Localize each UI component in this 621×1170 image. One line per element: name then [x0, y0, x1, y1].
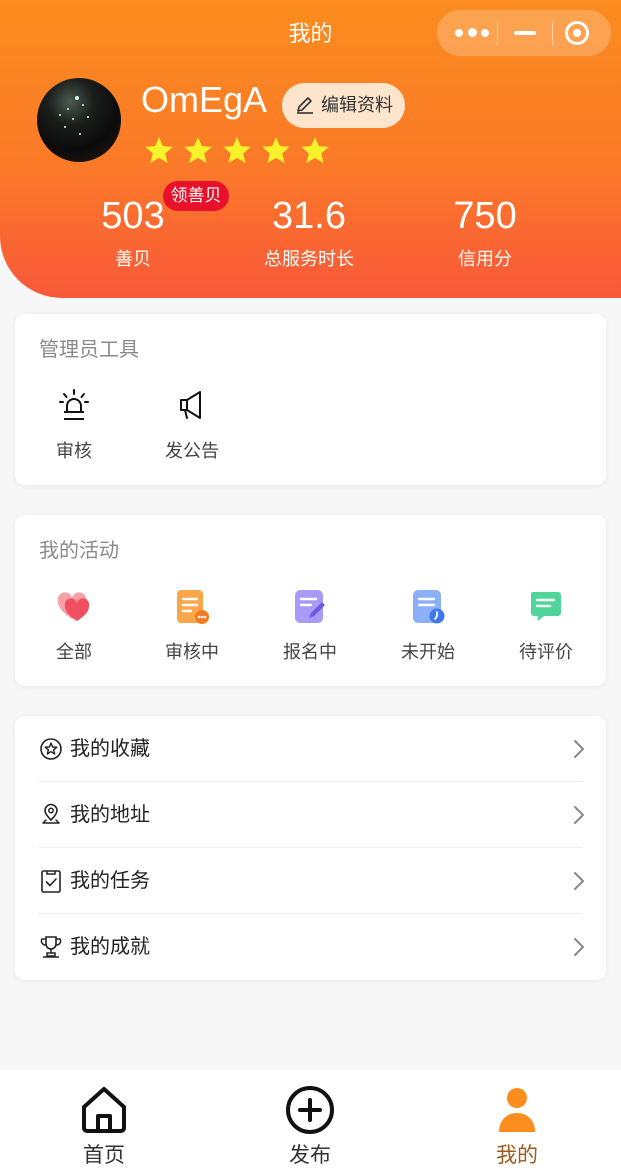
activity-label: 报名中	[283, 642, 337, 662]
menu-item-label: 我的成就	[70, 936, 150, 958]
home-icon	[82, 1087, 126, 1133]
activity-label: 待评价	[519, 642, 573, 662]
tab-mine[interactable]: 我的	[457, 1070, 577, 1170]
activity-label: 审核中	[165, 642, 219, 662]
chat-bubble-icon	[530, 592, 561, 621]
clipboard-check-icon	[41, 870, 61, 893]
chevron-right-icon	[574, 806, 584, 824]
document-edit-icon	[295, 590, 325, 623]
stat-service-hours[interactable]: 31.6 总服务时长	[229, 192, 389, 272]
star-icon	[145, 137, 173, 163]
menu-item-label: 我的收藏	[70, 738, 150, 760]
stat-credit-score[interactable]: 750 信用分	[405, 192, 565, 272]
tab-label: 发布	[289, 1144, 331, 1167]
bottom-tab-bar: 首页 发布 我的	[0, 1070, 621, 1170]
menu-item-label: 我的任务	[70, 870, 150, 892]
tab-publish[interactable]: 发布	[250, 1070, 370, 1170]
activity-label: 全部	[56, 642, 92, 662]
tab-label: 我的	[496, 1144, 538, 1167]
admin-tools-card: 管理员工具 审核 发公告	[15, 314, 606, 485]
star-icon	[184, 137, 212, 163]
avatar[interactable]	[37, 78, 121, 162]
tab-label: 首页	[83, 1144, 125, 1167]
stat-value: 750	[453, 195, 517, 237]
megaphone-icon	[180, 391, 201, 419]
claim-shanbei-badge[interactable]: 领善贝	[163, 181, 229, 211]
location-pin-icon	[42, 803, 60, 824]
star-icon	[262, 137, 290, 163]
username: OmEgA	[141, 79, 268, 120]
activity-signing-up[interactable]: 报名中	[251, 589, 369, 669]
chevron-right-icon	[574, 872, 584, 890]
activity-label: 未开始	[401, 642, 455, 662]
activities-title: 我的活动	[39, 540, 119, 562]
stat-label: 善贝	[115, 249, 151, 269]
menu-item-label: 我的地址	[70, 804, 150, 826]
menu-item-achievements[interactable]: 我的成就	[39, 914, 584, 980]
star-icon	[301, 137, 329, 163]
user-icon	[499, 1088, 535, 1132]
menu-item-address[interactable]: 我的地址	[39, 782, 584, 848]
document-clock-icon	[413, 590, 445, 624]
mini-program-capsule	[437, 10, 611, 56]
star-icon	[223, 137, 251, 163]
alarm-light-icon	[59, 389, 89, 420]
admin-tool-label: 审核	[56, 441, 92, 461]
stat-label: 信用分	[458, 249, 512, 269]
activity-reviewing[interactable]: 审核中	[133, 589, 251, 669]
activity-all[interactable]: 全部	[15, 589, 133, 669]
target-close-icon[interactable]	[565, 21, 589, 45]
minimize-icon[interactable]	[514, 31, 536, 35]
plus-circle-icon	[286, 1086, 334, 1134]
stat-label: 总服务时长	[264, 249, 354, 269]
more-dots-icon[interactable]	[455, 28, 489, 38]
trophy-icon	[40, 936, 62, 958]
activity-to-review[interactable]: 待评价	[487, 589, 605, 669]
profile-header: 我的 OmEgA 编辑资料 503 善贝 31.6 总服务时长 750 信用分 …	[0, 0, 621, 298]
edit-profile-button[interactable]: 编辑资料	[282, 83, 405, 128]
pencil-icon	[297, 97, 313, 114]
activity-not-started[interactable]: 未开始	[369, 589, 487, 669]
admin-tool-label: 发公告	[165, 441, 219, 461]
capsule-divider	[497, 21, 498, 45]
menu-card: 我的收藏 我的地址 我的任务 我的成就	[15, 716, 606, 980]
menu-item-favorites[interactable]: 我的收藏	[39, 716, 584, 782]
admin-tool-review[interactable]: 审核	[15, 388, 133, 468]
tab-home[interactable]: 首页	[44, 1070, 164, 1170]
stat-value: 31.6	[272, 195, 346, 237]
chevron-right-icon	[574, 740, 584, 758]
document-pending-icon	[177, 590, 209, 624]
hearts-icon	[57, 592, 90, 621]
star-circle-icon	[40, 738, 62, 760]
activities-card: 我的活动 全部 审核中 报名中 未开始 待评价	[15, 515, 606, 686]
edit-profile-label: 编辑资料	[321, 95, 393, 115]
menu-item-tasks[interactable]: 我的任务	[39, 848, 584, 914]
chevron-right-icon	[574, 938, 584, 956]
capsule-divider	[552, 21, 553, 45]
admin-tools-title: 管理员工具	[39, 339, 139, 361]
admin-tool-announce[interactable]: 发公告	[133, 388, 251, 468]
